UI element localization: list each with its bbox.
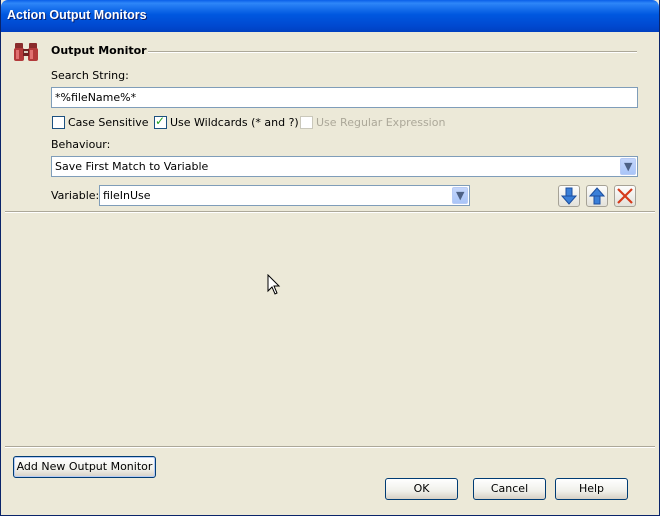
search-string-input[interactable] bbox=[51, 87, 638, 108]
checkbox-box bbox=[300, 116, 313, 129]
move-up-button[interactable] bbox=[586, 185, 608, 207]
bottom-divider bbox=[5, 446, 655, 448]
delete-button[interactable] bbox=[614, 185, 636, 207]
variable-selected-value: fileInUse bbox=[103, 189, 151, 202]
arrow-up-icon bbox=[588, 187, 606, 205]
section-divider bbox=[148, 51, 637, 53]
checkmark-icon: ✓ bbox=[155, 114, 166, 128]
use-regex-label: Use Regular Expression bbox=[316, 116, 446, 129]
section-title: Output Monitor bbox=[51, 44, 147, 57]
variable-label: Variable: bbox=[51, 189, 100, 202]
window-title: Action Output Monitors bbox=[7, 8, 147, 22]
use-wildcards-checkbox[interactable]: ✓ Use Wildcards (* and ?) bbox=[154, 114, 299, 129]
dropdown-button[interactable]: ▼ bbox=[620, 158, 636, 175]
behaviour-dropdown[interactable]: Save First Match to Variable ▼ bbox=[51, 156, 638, 177]
ok-button[interactable]: OK bbox=[385, 478, 458, 500]
arrow-down-icon bbox=[560, 187, 578, 205]
move-down-button[interactable] bbox=[558, 185, 580, 207]
binoculars-icon bbox=[13, 40, 39, 64]
behaviour-selected-value: Save First Match to Variable bbox=[55, 160, 209, 173]
dialog-content: Output Monitor Search String: Case Sensi… bbox=[5, 32, 655, 512]
delete-x-icon bbox=[617, 188, 633, 204]
chevron-down-icon: ▼ bbox=[456, 189, 465, 202]
case-sensitive-checkbox[interactable]: Case Sensitive bbox=[52, 116, 149, 129]
variable-dropdown[interactable]: fileInUse ▼ bbox=[99, 185, 470, 206]
use-wildcards-label: Use Wildcards (* and ?) bbox=[170, 116, 299, 129]
title-bar[interactable]: Action Output Monitors bbox=[1, 0, 659, 32]
cancel-button[interactable]: Cancel bbox=[473, 478, 546, 500]
case-sensitive-label: Case Sensitive bbox=[68, 116, 149, 129]
add-new-output-monitor-button[interactable]: Add New Output Monitor bbox=[13, 456, 156, 478]
help-button[interactable]: Help bbox=[555, 478, 628, 500]
checkbox-box[interactable]: ✓ bbox=[154, 114, 167, 129]
mouse-cursor-icon bbox=[267, 273, 281, 299]
dropdown-button[interactable]: ▼ bbox=[452, 187, 468, 204]
monitors-list-area[interactable] bbox=[5, 213, 655, 446]
search-string-label: Search String: bbox=[51, 69, 129, 82]
action-output-monitors-dialog: Action Output Monitors Output Monitor Se… bbox=[0, 0, 660, 516]
behaviour-label: Behaviour: bbox=[51, 138, 111, 151]
chevron-down-icon: ▼ bbox=[624, 160, 633, 173]
use-regex-checkbox: Use Regular Expression bbox=[300, 116, 445, 129]
checkbox-box[interactable] bbox=[52, 116, 65, 129]
